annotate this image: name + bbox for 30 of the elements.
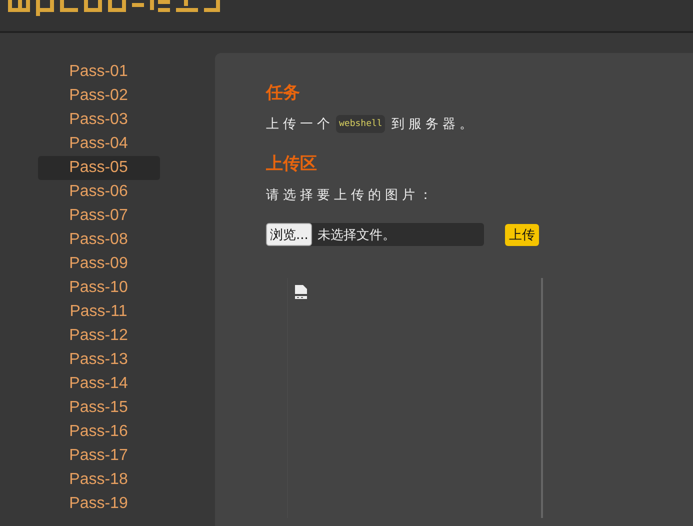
sidebar-item[interactable]: Pass-15 <box>38 396 160 420</box>
sidebar-item[interactable]: Pass-02 <box>38 84 160 108</box>
sidebar-item[interactable]: Pass-17 <box>38 444 160 468</box>
broken-image-icon <box>294 284 308 300</box>
sidebar-item[interactable]: Pass-07 <box>38 204 160 228</box>
task-text: 到服务器。 <box>391 116 476 133</box>
sidebar-item[interactable]: Pass-09 <box>38 252 160 276</box>
sidebar-item[interactable]: Pass-04 <box>38 132 160 156</box>
sidebar-item[interactable]: Pass-18 <box>38 468 160 492</box>
file-input[interactable]: 浏览... 未选择文件。 <box>266 223 484 246</box>
sidebar-item[interactable]: Pass-08 <box>38 228 160 252</box>
sidebar-item[interactable]: Pass-05 <box>38 156 160 180</box>
task-text: 上传一个 <box>266 116 334 133</box>
sidebar-item[interactable]: Pass-16 <box>38 420 160 444</box>
browse-button[interactable]: 浏览... <box>266 223 312 246</box>
upload-prompt: 请选择要上传的图片： <box>266 187 436 204</box>
sidebar-item[interactable]: Pass-12 <box>38 324 160 348</box>
sidebar-item[interactable]: Pass-03 <box>38 108 160 132</box>
sidebar-item[interactable]: Pass-01 <box>38 60 160 84</box>
sidebar-item[interactable]: Pass-10 <box>38 276 160 300</box>
section-heading: 上传区 <box>266 153 318 176</box>
sidebar-item[interactable]: Pass-06 <box>38 180 160 204</box>
sidebar-item[interactable]: Pass-14 <box>38 372 160 396</box>
upload-button[interactable]: 上传 <box>505 224 539 246</box>
sidebar-item[interactable]: Pass-11 <box>38 300 160 324</box>
file-status: 未选择文件。 <box>317 226 396 244</box>
sidebar-item[interactable]: Pass-19 <box>38 492 160 516</box>
code-snippet: webshell <box>336 115 386 133</box>
sidebar-item[interactable]: Pass-13 <box>38 348 160 372</box>
section-heading: 任务 <box>266 82 301 105</box>
